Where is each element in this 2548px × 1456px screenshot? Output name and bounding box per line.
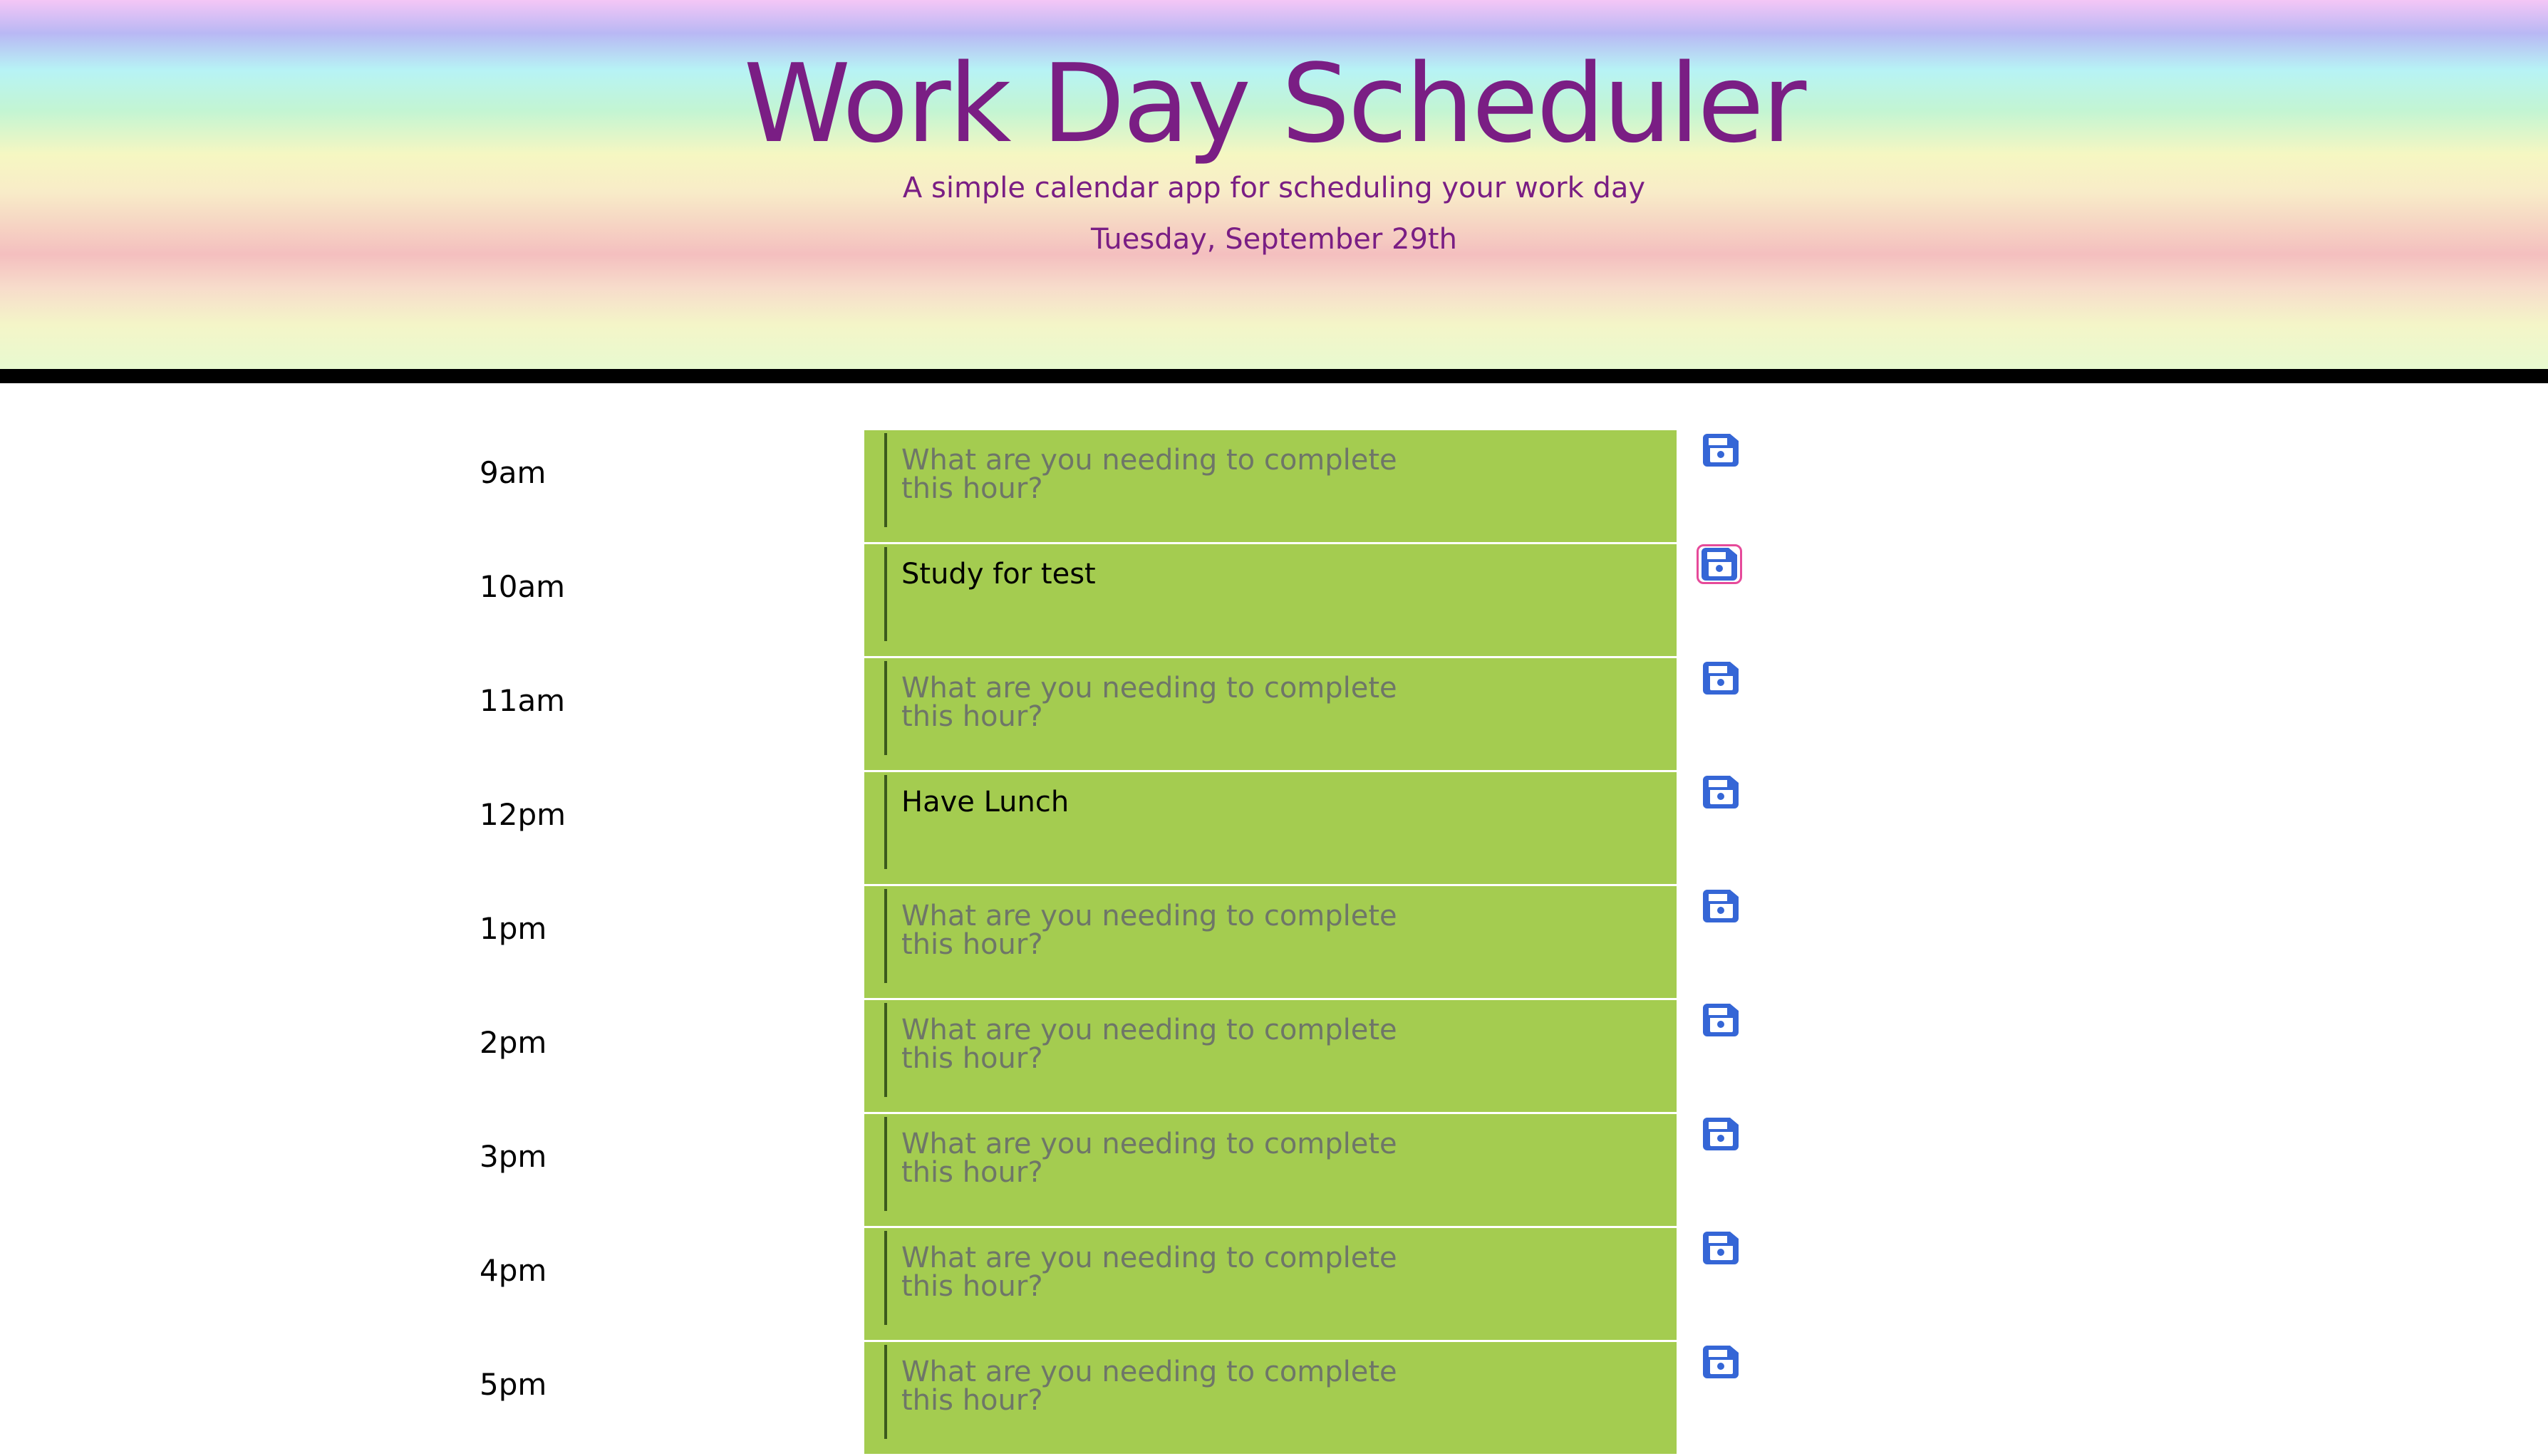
hour-label: 5pm xyxy=(480,1367,547,1402)
description-input[interactable]: Study for test xyxy=(884,547,1400,641)
page-title: Work Day Scheduler xyxy=(743,41,1807,167)
description-cell xyxy=(864,886,1677,1000)
time-block-row: 3pm xyxy=(0,1114,2548,1228)
hour-label: 4pm xyxy=(480,1253,547,1288)
description-input[interactable] xyxy=(884,1117,1400,1211)
save-button[interactable] xyxy=(1698,772,1744,812)
time-block-row: 2pm xyxy=(0,1000,2548,1114)
save-icon xyxy=(1703,1004,1739,1036)
hour-label: 12pm xyxy=(480,797,566,832)
save-icon xyxy=(1702,548,1737,581)
save-icon xyxy=(1703,1346,1739,1378)
description-cell xyxy=(864,1114,1677,1228)
description-input[interactable] xyxy=(884,1231,1400,1325)
time-block-row: 5pm xyxy=(0,1342,2548,1456)
hour-label: 9am xyxy=(480,455,547,490)
save-button[interactable] xyxy=(1698,1342,1744,1382)
time-block-list: 9am 10am Study for test 11am 12pm Have L… xyxy=(0,430,2548,1456)
time-block-row: 11am xyxy=(0,658,2548,772)
time-block-row: 10am Study for test xyxy=(0,544,2548,658)
save-button[interactable] xyxy=(1698,658,1744,698)
save-icon xyxy=(1703,890,1739,922)
description-input[interactable] xyxy=(884,1003,1400,1097)
save-icon xyxy=(1703,434,1739,467)
description-input[interactable] xyxy=(884,661,1400,755)
time-block-row: 1pm xyxy=(0,886,2548,1000)
page-subtitle: A simple calendar app for scheduling you… xyxy=(902,172,1646,204)
description-cell xyxy=(864,1000,1677,1114)
description-cell xyxy=(864,658,1677,772)
description-cell: Study for test xyxy=(864,544,1677,658)
save-icon xyxy=(1703,1232,1739,1264)
header-jumbotron: Work Day Scheduler A simple calendar app… xyxy=(0,0,2548,369)
save-button[interactable] xyxy=(1698,886,1744,926)
save-icon xyxy=(1703,1118,1739,1150)
description-cell xyxy=(864,430,1677,544)
header-divider xyxy=(0,369,2548,383)
description-cell xyxy=(864,1228,1677,1342)
current-day: Tuesday, September 29th xyxy=(1091,223,1457,256)
hour-label: 11am xyxy=(480,683,566,718)
description-input[interactable] xyxy=(884,1345,1400,1439)
save-icon xyxy=(1703,776,1739,808)
description-cell xyxy=(864,1342,1677,1456)
save-button[interactable] xyxy=(1698,430,1744,470)
save-icon xyxy=(1703,662,1739,695)
save-button[interactable] xyxy=(1698,1228,1744,1268)
save-button[interactable] xyxy=(1697,544,1742,584)
description-input[interactable] xyxy=(884,889,1400,983)
hour-label: 2pm xyxy=(480,1025,547,1060)
description-input[interactable] xyxy=(884,433,1400,527)
hour-label: 3pm xyxy=(480,1139,547,1174)
save-button[interactable] xyxy=(1698,1000,1744,1040)
save-button[interactable] xyxy=(1698,1114,1744,1154)
time-block-row: 12pm Have Lunch xyxy=(0,772,2548,886)
time-block-row: 4pm xyxy=(0,1228,2548,1342)
hour-label: 10am xyxy=(480,569,566,604)
description-cell: Have Lunch xyxy=(864,772,1677,886)
time-block-row: 9am xyxy=(0,430,2548,544)
description-input[interactable]: Have Lunch xyxy=(884,775,1400,869)
hour-label: 1pm xyxy=(480,911,547,946)
